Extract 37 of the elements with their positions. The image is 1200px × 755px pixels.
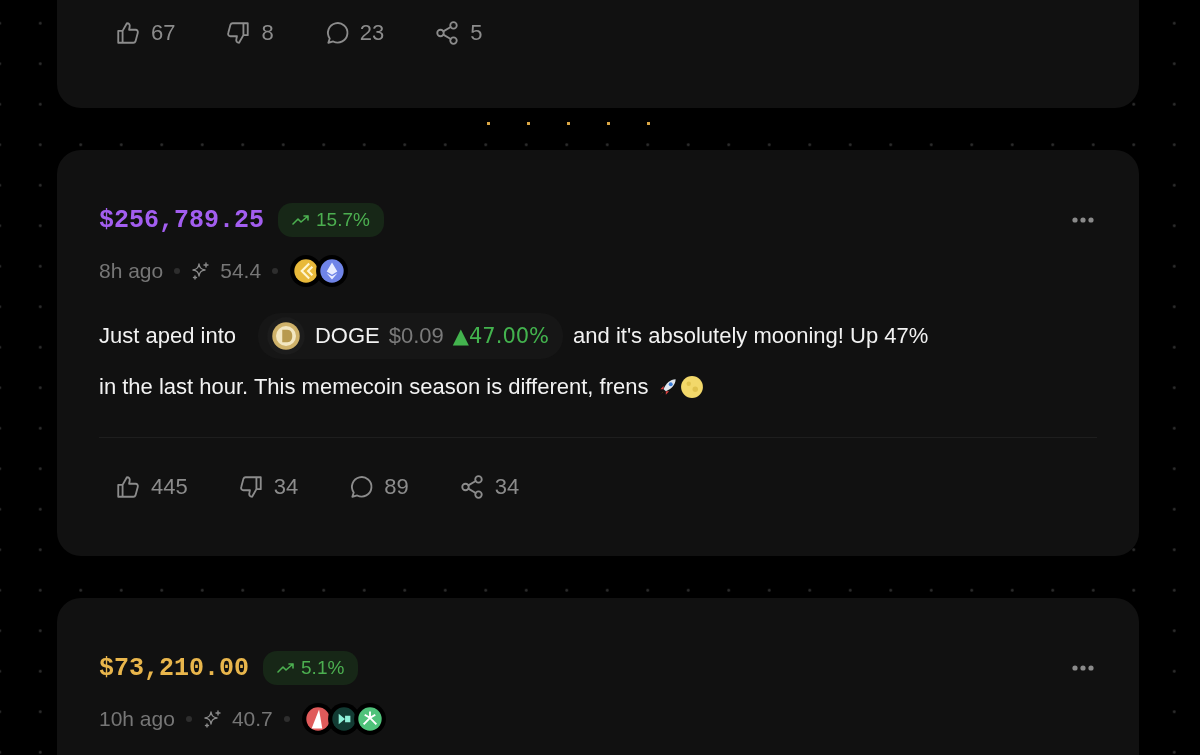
trend-up-icon: [292, 214, 311, 226]
sparkle-icon: [202, 709, 223, 729]
share-icon: [458, 474, 485, 500]
coin-icon: [352, 702, 387, 736]
sparkle-icon: [191, 261, 212, 281]
like-button[interactable]: 67: [115, 20, 176, 46]
thumbs-up-icon: [115, 20, 141, 46]
comment-button[interactable]: 89: [348, 474, 409, 500]
post-text: in the last hour. This memecoin season is different, frens: [99, 373, 649, 401]
post-text: Just aped into: [99, 322, 236, 350]
price-text: $73,210.00: [99, 653, 250, 683]
dislike-button[interactable]: 34: [237, 474, 299, 500]
change-badge: 15.7%: [278, 203, 384, 237]
time-text: 10h ago: [99, 707, 175, 731]
post-text: and it's absolutely mooning! Up 47%: [573, 322, 929, 350]
more-options-icon[interactable]: [1071, 216, 1095, 224]
thumbs-up-icon: [115, 474, 141, 500]
ethereum-coin-icon: [315, 254, 350, 288]
change-badge: 5.1%: [263, 651, 359, 685]
comment-icon: [348, 474, 375, 500]
share-icon: [434, 20, 461, 46]
moon-icon: [680, 374, 705, 399]
price-text: $256,789.25: [99, 205, 265, 235]
time-text: 8h ago: [99, 259, 164, 283]
comment-button[interactable]: 23: [323, 20, 385, 46]
thumbs-down-icon: [225, 20, 252, 46]
thumbs-down-icon: [237, 474, 264, 500]
token-chip[interactable]: DOGE $0.09 ▲47.00%: [258, 312, 564, 359]
score-text: 54.4: [220, 259, 262, 283]
share-button[interactable]: 5: [434, 20, 483, 46]
score-text: 40.7: [231, 707, 273, 731]
like-button[interactable]: 445: [115, 474, 188, 500]
trend-up-icon: [277, 662, 296, 674]
more-options-icon[interactable]: [1071, 664, 1095, 672]
dislike-button[interactable]: 8: [225, 20, 274, 46]
coin-icon: [266, 315, 306, 356]
share-button[interactable]: 34: [458, 474, 520, 500]
